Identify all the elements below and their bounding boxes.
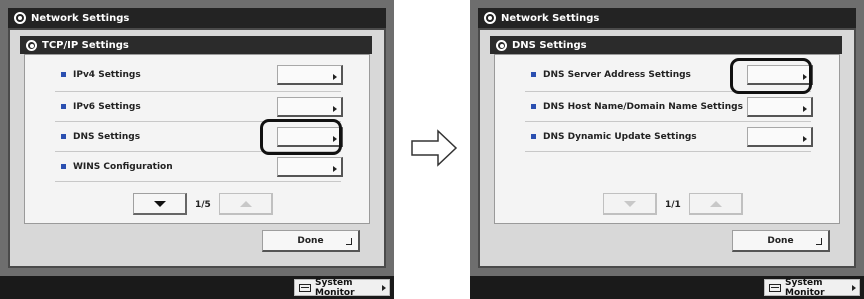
transition-arrow [410, 128, 460, 168]
page-up-button[interactable] [219, 193, 273, 215]
list-item-label: DNS Host Name/Domain Name Settings [543, 102, 743, 112]
done-button[interactable]: Done [262, 230, 360, 252]
list-item-label: DNS Dynamic Update Settings [543, 132, 697, 142]
list-item-label: DNS Server Address Settings [543, 70, 691, 80]
page-indicator: 1/5 [195, 200, 211, 210]
divider [525, 121, 811, 122]
status-strip: System Monitor [0, 276, 394, 299]
page-down-button[interactable] [133, 193, 187, 215]
list-item-dns-dynamic: DNS Dynamic Update Settings [495, 123, 839, 151]
gear-icon [14, 12, 26, 24]
divider [55, 91, 341, 92]
gear-icon [496, 39, 507, 51]
panel-title-bar: TCP/IP Settings [20, 36, 372, 54]
settings-frame: TCP/IP Settings IPv4 Settings IPv6 Setti… [8, 28, 386, 268]
dns-host-domain-button[interactable] [747, 97, 813, 117]
divider [525, 151, 811, 152]
triangle-down-icon [623, 200, 636, 207]
list-item-label: IPv4 Settings [73, 70, 141, 80]
done-label: Done [297, 235, 324, 246]
system-monitor-button[interactable]: System Monitor [294, 277, 390, 298]
list-item-dns-host: DNS Host Name/Domain Name Settings [495, 93, 839, 121]
wins-configuration-button[interactable] [277, 157, 343, 177]
panel-title: DNS Settings [512, 39, 587, 51]
window-title-bar: Network Settings [8, 8, 386, 28]
page-up-button[interactable] [689, 193, 743, 215]
right-screen: Network Settings DNS Settings DNS Server… [470, 0, 864, 299]
bullet-icon [61, 72, 66, 77]
bullet-icon [61, 104, 66, 109]
list-item-wins: WINS Configuration [25, 153, 369, 181]
monitor-icon [769, 284, 781, 292]
dns-server-highlight [730, 58, 812, 94]
page-down-button[interactable] [603, 193, 657, 215]
done-button[interactable]: Done [732, 230, 830, 252]
status-strip: System Monitor [470, 276, 864, 299]
panel-title: TCP/IP Settings [42, 39, 129, 51]
list-item-label: IPv6 Settings [73, 102, 141, 112]
ipv6-settings-button[interactable] [277, 97, 343, 117]
arrow-right-icon [411, 129, 458, 167]
dns-dynamic-update-button[interactable] [747, 127, 813, 147]
window-title: Network Settings [501, 12, 600, 24]
window-title-bar: Network Settings [478, 8, 856, 28]
settings-frame: DNS Settings DNS Server Address Settings… [478, 28, 856, 268]
panel-title-bar: DNS Settings [490, 36, 842, 54]
left-screen: Network Settings TCP/IP Settings IPv4 Se… [0, 0, 394, 299]
system-monitor-label: System Monitor [315, 277, 355, 298]
dns-settings-highlight [260, 119, 342, 155]
gear-icon [26, 39, 37, 51]
list-item-ipv6: IPv6 Settings [25, 93, 369, 121]
done-label: Done [767, 235, 794, 246]
list-item-label: WINS Configuration [73, 162, 173, 172]
bullet-icon [61, 164, 66, 169]
page-indicator: 1/1 [665, 200, 681, 210]
triangle-down-icon [153, 200, 166, 207]
ipv4-settings-button[interactable] [277, 65, 343, 85]
bullet-icon [531, 72, 536, 77]
triangle-up-icon [709, 200, 722, 207]
chevron-right-icon [382, 285, 386, 291]
chevron-right-icon [852, 285, 856, 291]
list-item-label: DNS Settings [73, 132, 141, 142]
bullet-icon [531, 134, 536, 139]
bullet-icon [61, 134, 66, 139]
monitor-icon [299, 284, 311, 292]
window-title: Network Settings [31, 12, 130, 24]
system-monitor-label: System Monitor [785, 277, 825, 298]
system-monitor-button[interactable]: System Monitor [764, 277, 860, 298]
triangle-up-icon [239, 200, 252, 207]
bullet-icon [531, 104, 536, 109]
divider [55, 181, 341, 182]
list-item-ipv4: IPv4 Settings [25, 61, 369, 89]
gear-icon [484, 12, 496, 24]
